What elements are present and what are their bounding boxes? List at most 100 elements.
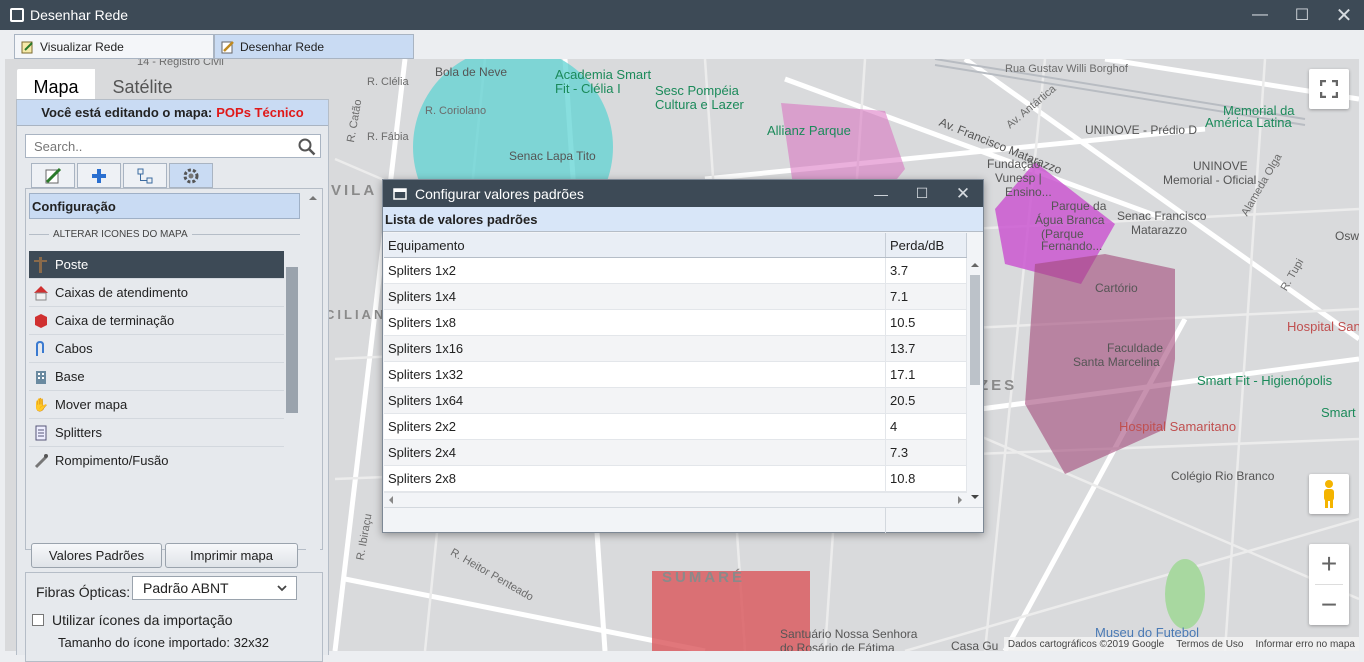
map-poi-osw: Osw (1335, 229, 1359, 243)
table-row[interactable]: Spliters 1x64 20.5 (384, 388, 967, 414)
minimize-button[interactable]: — (1240, 0, 1280, 30)
valores-padroes-button[interactable]: Valores Padrões (31, 543, 162, 568)
table-row[interactable]: Spliters 2x8 10.8 (384, 466, 967, 492)
dialog-titlebar: Configurar valores padrões — ☐ ✕ (383, 180, 983, 207)
import-icons-checkbox[interactable] (32, 614, 44, 626)
cell-equipamento[interactable]: Spliters 1x2 (384, 258, 886, 283)
list-item[interactable]: Base (29, 363, 300, 391)
zoom-out-button[interactable]: − (1309, 585, 1349, 625)
map-poi-sesc-2: Cultura e Lazer (655, 97, 744, 112)
dialog-minimize-button[interactable]: — (861, 180, 901, 207)
table-row[interactable]: Spliters 1x32 17.1 (384, 362, 967, 388)
map-poi-colegio: Colégio Rio Branco (1171, 469, 1275, 483)
fibras-select[interactable]: Padrão ABNT (132, 576, 297, 600)
section-icons-header: ALTERAR ICONES DO MAPA (29, 229, 300, 240)
cell-equipamento[interactable]: Spliters 1x8 (384, 310, 886, 335)
map-poi-senac-fm-2: Matarazzo (1131, 223, 1188, 237)
tab-add-elements[interactable] (77, 163, 121, 188)
scroll-up-icon[interactable] (306, 193, 320, 203)
table-row[interactable]: Spliters 2x4 7.3 (384, 440, 967, 466)
table-vscroll[interactable] (967, 259, 983, 506)
cell-perda[interactable]: 10.8 (886, 466, 967, 491)
cell-equipamento[interactable]: Spliters 2x8 (384, 466, 886, 491)
cell-equipamento[interactable]: Spliters 1x16 (384, 336, 886, 361)
tab-settings[interactable] (169, 163, 213, 188)
cell-perda[interactable]: 3.7 (886, 258, 967, 283)
splitter-icon (33, 425, 49, 441)
scroll-left-icon[interactable] (386, 494, 396, 506)
list-item[interactable]: Splitters (29, 419, 300, 447)
list-item[interactable]: ✋ Mover mapa (29, 391, 300, 419)
list-item[interactable]: Cabos (29, 335, 300, 363)
table-hscroll[interactable] (384, 492, 967, 506)
attribution-report-link[interactable]: Informar erro no mapa (1256, 639, 1356, 650)
edit-page-icon (21, 41, 33, 53)
list-item-label: Rompimento/Fusão (55, 453, 169, 468)
table-row[interactable]: Spliters 2x2 4 (384, 414, 967, 440)
maximize-button[interactable]: ☐ (1282, 0, 1322, 30)
column-header-equipamento[interactable]: Equipamento (384, 233, 886, 257)
cell-equipamento[interactable]: Spliters 1x4 (384, 284, 886, 309)
table-row[interactable]: Spliters 1x8 10.5 (384, 310, 967, 336)
zoom-in-button[interactable]: + (1309, 544, 1349, 584)
panel-header: Você está editando o mapa: POPs Técnico (17, 100, 328, 126)
dialog-subtitle: Lista de valores padrões (383, 207, 983, 232)
cell-perda[interactable]: 13.7 (886, 336, 967, 361)
search-input[interactable]: Search.. (25, 134, 321, 158)
icon-list-scrollbar[interactable] (284, 251, 300, 470)
list-item[interactable]: Rompimento/Fusão (29, 447, 300, 470)
attribution-terms-link[interactable]: Termos de Uso (1176, 639, 1243, 650)
cell-equipamento[interactable]: Spliters 2x4 (384, 440, 886, 465)
settings-scrollbar[interactable] (306, 191, 320, 551)
list-item[interactable]: Poste (29, 251, 300, 279)
table-row[interactable]: Spliters 1x2 3.7 (384, 258, 967, 284)
tab-visualizar-rede[interactable]: Visualizar Rede (14, 34, 214, 59)
dialog-footer (384, 507, 983, 533)
cell-perda[interactable]: 10.5 (886, 310, 967, 335)
cell-perda[interactable]: 20.5 (886, 388, 967, 413)
map-poi-hospital-samaritano: Hospital Samaritano (1119, 419, 1237, 434)
fullscreen-button[interactable] (1309, 69, 1349, 109)
scroll-right-icon[interactable] (955, 494, 965, 506)
list-item-label: Poste (55, 257, 89, 272)
scroll-down-icon[interactable] (967, 491, 983, 503)
window-title: Desenhar Rede (30, 7, 129, 23)
cell-perda[interactable]: 4 (886, 414, 967, 439)
cell-perda[interactable]: 7.3 (886, 440, 967, 465)
table-row[interactable]: Spliters 1x16 13.7 (384, 336, 967, 362)
map-label-registro: 14 - Registro Civil (137, 59, 224, 68)
street-view-pegman[interactable] (1309, 474, 1349, 514)
cell-equipamento[interactable]: Spliters 2x2 (384, 414, 886, 439)
house-icon (33, 285, 49, 301)
imprimir-mapa-button[interactable]: Imprimir mapa (165, 543, 298, 568)
config-title: Configuração (29, 193, 300, 219)
tab-edit-tools[interactable] (31, 163, 75, 188)
tab-label: Visualizar Rede (40, 39, 124, 54)
map-poi-parque-2: Água Branca (1035, 213, 1105, 227)
dialog-maximize-button[interactable]: ☐ (902, 180, 942, 207)
search-icon[interactable] (298, 138, 316, 156)
tab-desenhar-rede[interactable]: Desenhar Rede (214, 34, 414, 59)
dialog-close-button[interactable]: ✕ (943, 180, 983, 207)
import-icons-label: Utilizar ícones da importação (52, 612, 233, 628)
list-item[interactable]: Caixas de atendimento (29, 279, 300, 307)
scroll-up-icon[interactable] (967, 259, 983, 271)
column-header-perda[interactable]: Perda/dB (886, 233, 967, 257)
cell-perda[interactable]: 7.1 (886, 284, 967, 309)
map-poi-fundacao-2: Vunesp | (995, 171, 1042, 185)
scroll-thumb[interactable] (286, 267, 298, 413)
list-item-label: Base (55, 369, 85, 384)
cell-equipamento[interactable]: Spliters 1x64 (384, 388, 886, 413)
values-table: Equipamento Perda/dB Spliters 1x2 3.7 Spli… (384, 233, 967, 492)
table-row[interactable]: Spliters 1x4 7.1 (384, 284, 967, 310)
map-poi-senac-lapa: Senac Lapa Tito (509, 149, 596, 163)
config-dialog: Configurar valores padrões — ☐ ✕ Lista d… (382, 179, 984, 533)
tab-network-tree[interactable] (123, 163, 167, 188)
map-poi-faculdade-2: Santa Marcelina (1073, 355, 1160, 369)
close-button[interactable]: ✕ (1324, 0, 1364, 30)
scroll-thumb[interactable] (970, 275, 980, 385)
list-item[interactable]: Caixa de terminação (29, 307, 300, 335)
map-poi-academia-2: Fit - Clélia I (555, 81, 621, 96)
cell-equipamento[interactable]: Spliters 1x32 (384, 362, 886, 387)
cell-perda[interactable]: 17.1 (886, 362, 967, 387)
